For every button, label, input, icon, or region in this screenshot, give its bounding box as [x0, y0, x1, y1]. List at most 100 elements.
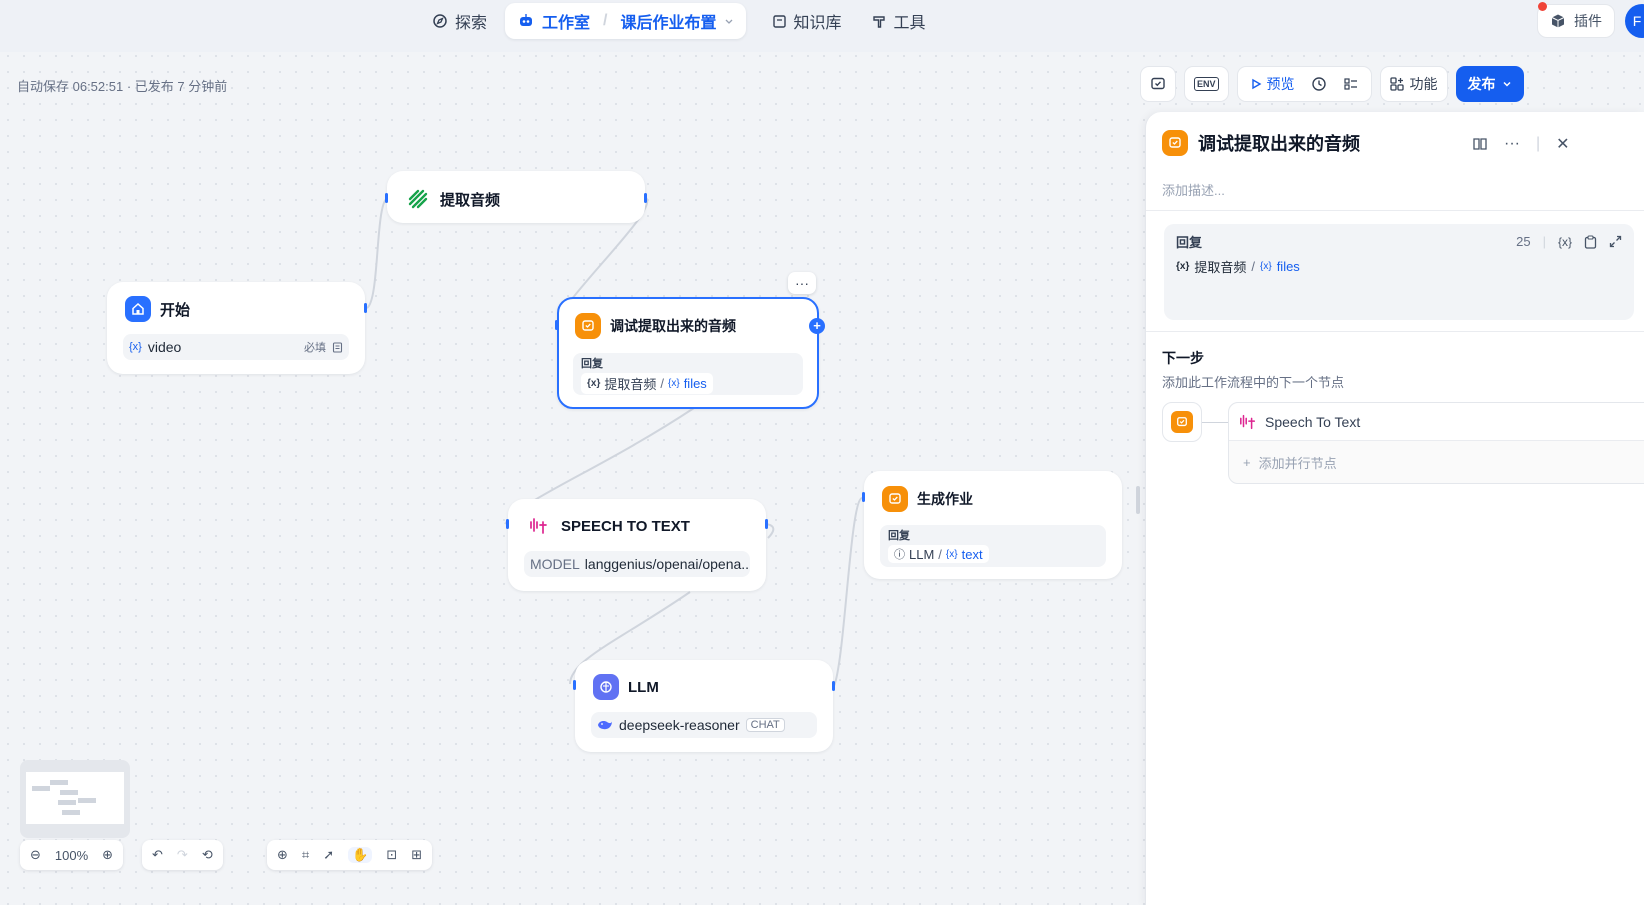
list-check-icon — [1343, 76, 1359, 92]
node-stt-target-handle[interactable] — [506, 519, 509, 529]
zoom-level[interactable]: 100% — [55, 848, 88, 863]
history-icon — [1311, 76, 1327, 92]
add-node-icon[interactable]: ⊕ — [277, 847, 288, 863]
add-note-icon[interactable]: ⌗ — [302, 847, 309, 863]
next-step-source-node — [1162, 402, 1202, 442]
zoom-out-icon[interactable]: ⊖ — [30, 847, 41, 863]
variable-icon: {x} — [1176, 261, 1190, 272]
reply-ref-var: text — [961, 546, 983, 562]
speech-to-text-icon — [1239, 413, 1257, 431]
reply-variable-chip: ⓘ LLM / {x} text — [888, 545, 989, 563]
node-start-source-handle[interactable] — [364, 303, 367, 313]
node-homework-target-handle[interactable] — [862, 492, 865, 502]
node-extract-source-handle[interactable] — [644, 193, 647, 203]
path-separator: / — [1251, 259, 1255, 274]
node-start[interactable]: 开始 {x} video 必填 — [107, 282, 365, 374]
node-stt-source-handle[interactable] — [765, 519, 768, 529]
plus-icon: + — [1243, 454, 1251, 470]
plus-icon: + — [813, 318, 821, 333]
reply-label: 回复 — [581, 358, 603, 370]
features-button[interactable]: 功能 — [1379, 66, 1448, 102]
required-label: 必填 — [304, 342, 326, 354]
variable-icon: {x} — [129, 341, 142, 353]
next-step-description: 添加此工作流程中的下一个节点 — [1162, 375, 1345, 390]
zoom-in-icon[interactable]: ⊕ — [102, 847, 113, 863]
export-image-icon[interactable]: ⊡ — [386, 847, 397, 863]
checklist-list-button[interactable] — [1337, 70, 1365, 98]
run-group: 预览 — [1236, 66, 1372, 102]
ellipsis-icon: ··· — [795, 275, 809, 291]
panel-ref-var: files — [1276, 259, 1300, 274]
minimap[interactable] — [20, 760, 130, 838]
publish-button[interactable]: 发布 — [1455, 66, 1524, 102]
version-history-icon[interactable]: ⟲ — [202, 847, 213, 863]
minimap-viewport — [26, 772, 124, 824]
node-debug-answer[interactable]: 调试提取出来的音频 回复 {x} 提取音频 / {x} files — [557, 297, 819, 409]
answer-icon — [1171, 411, 1193, 433]
redo-icon[interactable]: ↷ — [177, 847, 188, 863]
preview-button[interactable]: 预览 — [1244, 70, 1301, 98]
stt-model-name: langgenius/openai/opena... — [584, 556, 750, 572]
node-debug-target-handle[interactable] — [555, 320, 558, 330]
clipboard-icon[interactable] — [1584, 234, 1597, 249]
chevron-down-icon — [1502, 79, 1512, 89]
minimap-node — [50, 780, 68, 785]
more-icon[interactable]: ··· — [1504, 135, 1520, 153]
hand-icon[interactable]: ✋ — [348, 847, 373, 863]
start-variable-row: {x} video 必填 — [123, 334, 349, 360]
undo-icon[interactable]: ↶ — [152, 847, 163, 863]
minimap-node — [78, 798, 96, 803]
node-speech-to-text[interactable]: SPEECH TO TEXT MODEL langgenius/openai/o… — [508, 499, 766, 591]
canvas-scrollbar[interactable] — [1136, 486, 1140, 514]
node-llm-source-handle[interactable] — [832, 681, 835, 691]
close-icon[interactable]: ✕ — [1556, 134, 1569, 154]
variable-icon: {x} — [668, 378, 680, 389]
expand-icon[interactable] — [1609, 235, 1622, 248]
whale-icon — [597, 718, 613, 732]
answer-icon — [882, 486, 908, 512]
reply-editor[interactable]: 回复 25 | {x} {x} 提取音频 / {x} files — [1164, 224, 1634, 320]
book-open-icon[interactable] — [1472, 136, 1488, 152]
next-step-item[interactable]: Speech To Text — [1229, 403, 1644, 441]
reply-editor-header: 回复 25 | {x} — [1176, 232, 1622, 251]
node-generate-homework[interactable]: 生成作业 回复 ⓘ LLM / {x} text — [864, 471, 1122, 579]
minimap-node — [58, 800, 76, 805]
brain-icon: ⓘ — [894, 549, 905, 561]
panel-actions: ··· | ✕ — [1472, 134, 1570, 154]
node-extract-target-handle[interactable] — [385, 193, 388, 203]
insert-variable-icon[interactable]: {x} — [1558, 235, 1572, 249]
node-more-button[interactable]: ··· — [788, 272, 816, 294]
node-debug-title: 调试提取出来的音频 — [610, 318, 736, 334]
char-count: 25 — [1516, 234, 1531, 249]
organize-icon[interactable]: ⊞ — [411, 847, 422, 863]
divider: | — [1535, 135, 1541, 152]
node-llm-target-handle[interactable] — [573, 680, 576, 690]
node-config-panel: 调试提取出来的音频 ··· | ✕ 添加描述... 回复 25 | {x} {x… — [1145, 112, 1644, 905]
minimap-node — [62, 810, 80, 815]
node-llm[interactable]: LLM deepseek-reasoner CHAT — [575, 660, 833, 752]
path-separator: / — [660, 376, 664, 391]
panel-title[interactable]: 调试提取出来的音频 — [1198, 130, 1360, 156]
document-icon — [332, 341, 343, 353]
model-label: MODEL — [530, 556, 580, 572]
node-start-header: 开始 — [109, 284, 363, 334]
brain-icon — [593, 674, 619, 700]
add-parallel-node-button[interactable]: + 添加并行节点 — [1229, 441, 1644, 483]
reply-ref-var: files — [683, 376, 707, 391]
node-extract-audio[interactable]: 提取音频 — [387, 171, 645, 223]
node-llm-title: LLM — [628, 678, 659, 696]
llm-mode-badge: CHAT — [745, 718, 785, 732]
add-next-node-button[interactable]: + — [809, 318, 825, 334]
pointer-icon[interactable]: ➚ — [323, 847, 334, 863]
node-llm-header: LLM — [577, 662, 831, 712]
variable-icon: {x} — [587, 378, 601, 389]
panel-description-input[interactable]: 添加描述... — [1162, 180, 1225, 199]
node-debug-header: 调试提取出来的音频 — [559, 299, 817, 353]
plugins-button[interactable]: 插件 — [1537, 4, 1615, 38]
node-homework-header: 生成作业 — [866, 473, 1120, 525]
reply-variable-chip: {x} 提取音频 / {x} files — [581, 373, 713, 394]
minimap-node — [60, 790, 78, 795]
run-history-button[interactable] — [1305, 70, 1333, 98]
speech-to-text-icon — [526, 513, 552, 539]
features-label: 功能 — [1409, 76, 1438, 92]
